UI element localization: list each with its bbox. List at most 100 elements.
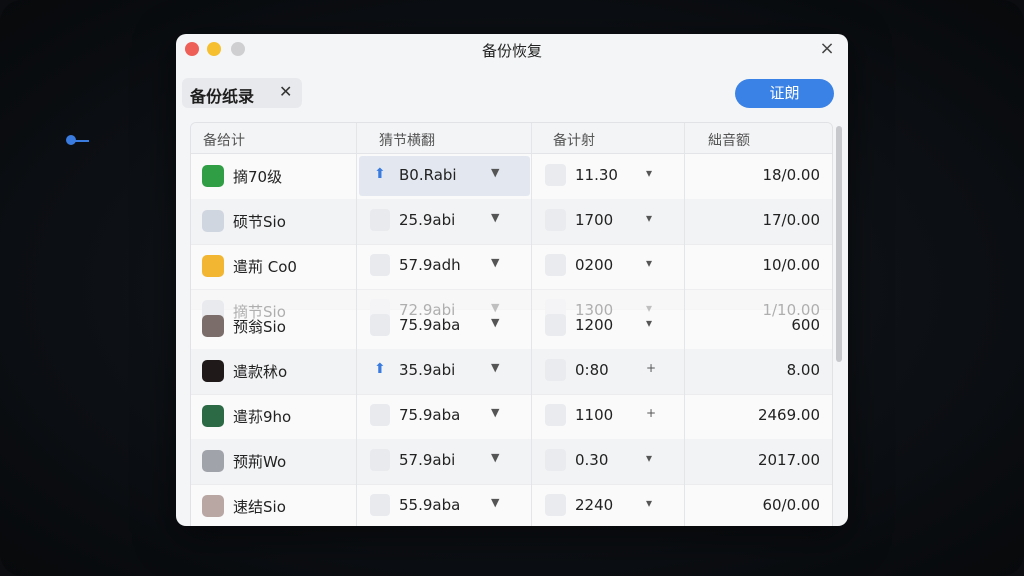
backup-time: 1200 [575,316,614,334]
backup-size: 75.9aba [399,316,461,334]
backup-time: 1100 [575,406,614,424]
chevron-down-icon[interactable]: ▼ [491,361,499,374]
table-row[interactable]: 摘70级 ⬆ B0.Rabi ▼ 11.30 ▾ 18/0.00 [191,154,832,200]
app-icon [202,210,224,232]
backup-size: 25.9abi [399,211,456,229]
row-control-icon[interactable]: ▾ [646,166,652,180]
app-icon [202,315,224,337]
table-row[interactable]: 预荊Wo 57.9abi ▼ 0.30 ▾ 2017.00 [191,439,832,485]
time-checkbox[interactable] [545,494,566,516]
chevron-down-icon[interactable]: ▼ [491,451,499,464]
row-control-icon[interactable]: ▾ [646,451,652,465]
time-checkbox[interactable] [545,254,566,276]
column-header-time[interactable]: 备计射 [553,130,595,150]
row-control-icon[interactable]: ▾ [646,256,652,270]
select-checkbox[interactable] [370,314,390,336]
backup-time: 11.30 [575,166,618,184]
upload-arrow-icon[interactable]: ⬆ [374,166,386,182]
backup-size: 35.9abi [399,361,456,379]
tab-label: 备份纸录 [190,87,255,106]
tab-close-icon[interactable]: ✕ [279,82,292,101]
vertical-scrollbar[interactable] [836,126,842,362]
app-name: 预翁Sio [233,318,286,336]
backup-size: 57.9adh [399,256,461,274]
app-icon [202,360,224,382]
backup-time: 0.30 [575,451,609,469]
app-name: 遣荊 Co0 [233,258,297,276]
time-checkbox[interactable] [545,359,566,381]
app-name: 摘70级 [233,168,283,186]
app-name: 遣款秫o [233,363,288,381]
app-name: 预荊Wo [233,453,287,471]
app-name: 硕节Sio [233,213,286,231]
backup-table: 备给计 猜节横翻 备计射 絀音额 摘70级 ⬆ B0.Rabi ▼ 11.30 ▾ 18/0… [190,122,833,526]
app-name: 遣荪9ho [233,408,292,426]
window-title: 备份恢复 [481,42,542,60]
backup-amount: 600 [791,316,820,334]
desktop-background: 备份恢复 × 备份纸录 ✕ 证朗 备给计 猜节横翻 备计射 絀音额 摘70级 ⬆ B… [0,0,1024,576]
close-icon[interactable]: × [816,38,838,60]
table-row[interactable]: 预翁Sio 75.9aba ▼ 1200 ▾ 600 [191,304,832,350]
chevron-down-icon[interactable]: ▼ [491,256,499,269]
backup-size: 55.9aba [399,496,461,514]
backup-time: 1700 [575,211,614,229]
chevron-down-icon[interactable]: ▼ [491,406,499,419]
backup-restore-window: 备份恢复 × 备份纸录 ✕ 证朗 备给计 猜节横翻 备计射 絀音额 摘70级 ⬆ B… [176,34,848,526]
table-header: 备给计 猜节横翻 备计射 絀音额 [191,123,832,154]
backup-amount: 2469.00 [757,406,820,424]
backup-time: 0200 [575,256,614,274]
chevron-down-icon[interactable]: ▼ [491,211,499,224]
select-checkbox[interactable] [370,404,390,426]
app-icon [202,450,224,472]
title-bar: 备份恢复 × [176,34,848,66]
tab-backup-records[interactable]: 备份纸录 ✕ [182,78,302,108]
time-checkbox[interactable] [545,404,566,426]
table-row[interactable]: 硕节Sio 25.9abi ▼ 1700 ▾ 17/0.00 [191,199,832,245]
select-checkbox[interactable] [370,449,390,471]
backup-amount: 8.00 [786,361,820,379]
row-control-icon[interactable]: ▾ [646,211,652,225]
app-icon [202,165,224,187]
backup-amount: 18/0.00 [762,166,820,184]
table-row[interactable]: 速结Sio 55.9aba ▼ 2240 ▾ 60/0.00 [191,484,832,526]
app-name: 速结Sio [233,498,286,516]
backup-amount: 17/0.00 [762,211,820,229]
row-control-icon[interactable]: ▾ [646,316,652,330]
upload-arrow-icon[interactable]: ⬆ [374,361,386,377]
backup-time: 2240 [575,496,614,514]
backup-amount: 60/0.00 [762,496,820,514]
backup-size: 75.9aba [399,406,461,424]
chevron-down-icon[interactable]: ▼ [491,166,499,179]
app-icon [202,495,224,517]
primary-action-button[interactable]: 证朗 [735,79,834,108]
backup-time: 0:80 [575,361,609,379]
row-control-icon[interactable]: + [646,406,656,420]
column-header-name[interactable]: 备给计 [203,130,245,150]
backup-size: B0.Rabi [399,166,457,184]
time-checkbox[interactable] [545,314,566,336]
backup-amount: 10/0.00 [762,256,820,274]
column-divider [356,123,357,526]
backup-amount: 2017.00 [757,451,820,469]
chevron-down-icon[interactable]: ▼ [491,316,499,329]
column-divider [531,123,532,526]
time-checkbox[interactable] [545,449,566,471]
mouse-pointer [66,134,92,148]
column-header-size[interactable]: 猜节横翻 [379,130,435,150]
table-row[interactable]: 遣荊 Co0 57.9adh ▼ 0200 ▾ 10/0.00 [191,244,832,290]
table-row[interactable]: 遣荪9ho 75.9aba ▼ 1100 +2469.00 [191,394,832,440]
select-checkbox[interactable] [370,494,390,516]
app-icon [202,255,224,277]
app-icon [202,405,224,427]
row-control-icon[interactable]: ▾ [646,496,652,510]
time-checkbox[interactable] [545,164,566,186]
select-checkbox[interactable] [370,209,390,231]
time-checkbox[interactable] [545,209,566,231]
chevron-down-icon[interactable]: ▼ [491,496,499,509]
column-header-amount[interactable]: 絀音额 [708,130,750,150]
row-control-icon[interactable]: + [646,361,656,375]
column-divider [684,123,685,526]
table-row[interactable]: 遣款秫o ⬆ 35.9abi ▼ 0:80 +8.00 [191,349,832,395]
select-checkbox[interactable] [370,254,390,276]
backup-size: 57.9abi [399,451,456,469]
